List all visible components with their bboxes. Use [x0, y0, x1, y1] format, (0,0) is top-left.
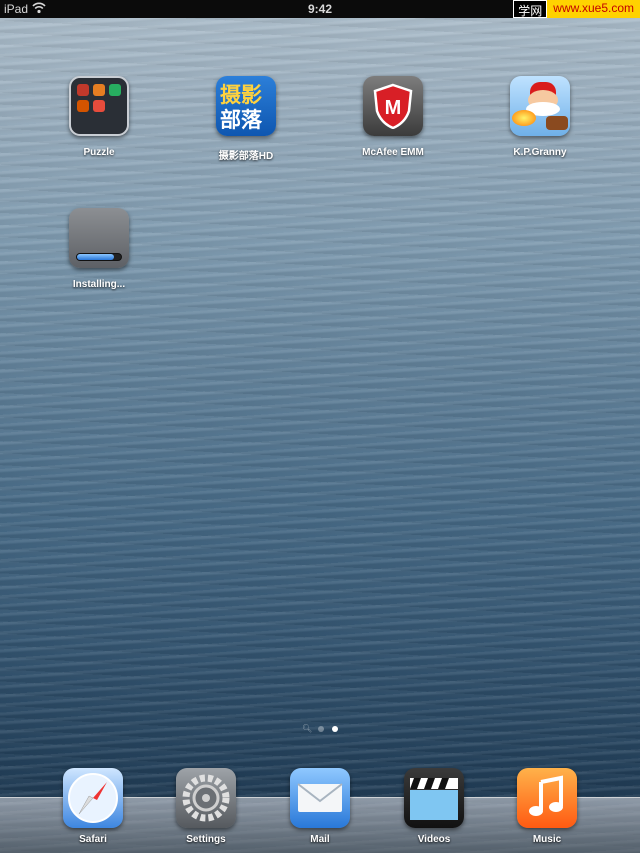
install-progress-bar: [76, 253, 122, 261]
settings-gear-icon: [176, 768, 236, 828]
sheying-app-icon: 摄影 部落: [216, 76, 276, 136]
icon-text-bottom: 部落: [220, 109, 262, 132]
compass-icon: [68, 773, 118, 823]
watermark: 学网 www.xue5.com: [513, 0, 640, 18]
spotlight-search-icon[interactable]: 🔍︎: [302, 725, 312, 733]
watermark-left: 学网: [513, 0, 548, 18]
note-icon: [529, 775, 563, 816]
page-dot[interactable]: [318, 726, 324, 732]
clapperboard-icon: [410, 778, 458, 820]
dock-app-settings[interactable]: Settings: [156, 768, 256, 845]
install-progress-fill: [77, 254, 115, 260]
app-sheying[interactable]: 摄影 部落 摄影部落HD: [196, 76, 296, 162]
app-label: McAfee EMM: [362, 147, 424, 158]
envelope-icon: [297, 783, 343, 812]
folder-icon: [69, 76, 129, 136]
page-indicator[interactable]: 🔍︎: [0, 725, 640, 733]
dock-label: Mail: [310, 834, 330, 845]
mcafee-letter: M: [385, 97, 402, 119]
shield-icon: M: [373, 83, 413, 129]
mcafee-shield-icon: M: [363, 76, 423, 136]
dock-app-music[interactable]: Music: [497, 768, 597, 845]
dock-label: Safari: [79, 834, 107, 845]
dock-label: Videos: [417, 834, 451, 845]
dock-label: Music: [532, 834, 562, 845]
status-bar: iPad 9:42 学网 www.xue5.com: [0, 0, 640, 18]
app-installing[interactable]: Installing...: [49, 208, 149, 290]
dock-app-safari[interactable]: Safari: [43, 768, 143, 845]
dock-label: Settings: [186, 834, 226, 845]
music-note-icon: [517, 768, 577, 828]
page-dot-active[interactable]: [332, 726, 338, 732]
mail-envelope-icon: [290, 768, 350, 828]
dock-app-mail[interactable]: Mail: [270, 768, 370, 845]
gear-icon: [182, 774, 230, 822]
kp-granny-icon: [510, 76, 570, 136]
app-label: Installing...: [72, 279, 126, 290]
app-puzzle-folder[interactable]: Puzzle: [49, 76, 149, 158]
app-label: 摄影部落HD: [218, 151, 274, 162]
watermark-right: www.xue5.com: [547, 0, 640, 18]
dock-app-videos[interactable]: Videos: [384, 768, 484, 845]
videos-clapper-icon: [404, 768, 464, 828]
app-label: K.P.Granny: [513, 147, 567, 158]
app-mcafee-emm[interactable]: M McAfee EMM: [343, 76, 443, 158]
app-label: Puzzle: [83, 147, 115, 158]
app-kp-granny[interactable]: K.P.Granny: [490, 76, 590, 158]
safari-compass-icon: [63, 768, 123, 828]
installing-app-icon: [69, 208, 129, 268]
